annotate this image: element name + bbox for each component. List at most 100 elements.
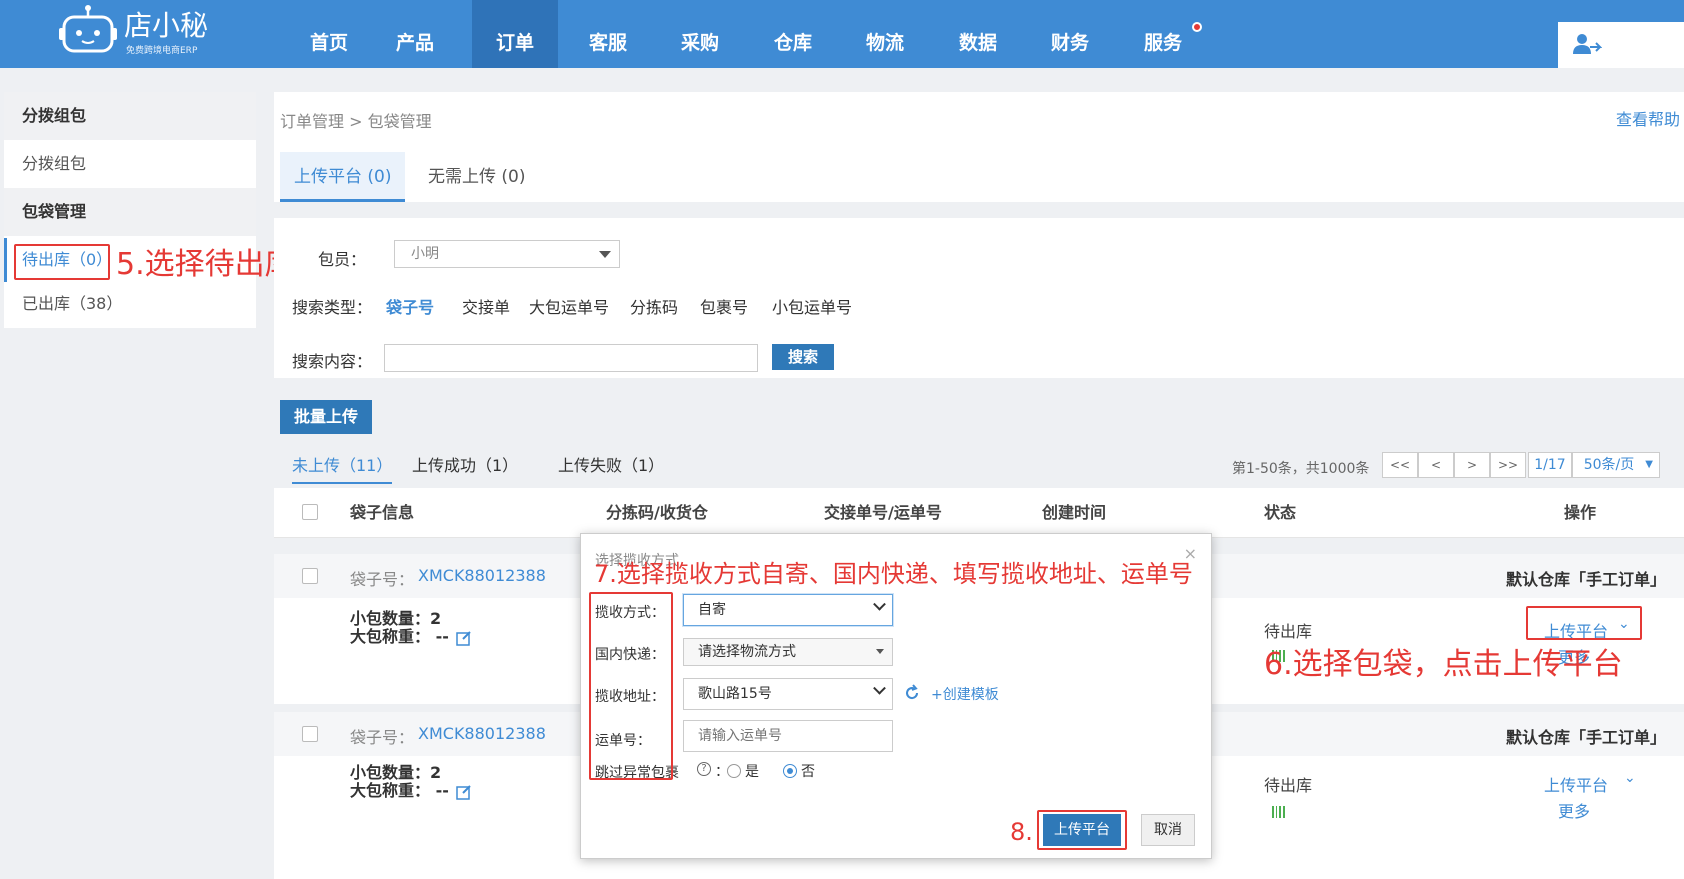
more-link[interactable]: 更多 [1558, 798, 1590, 822]
refresh-icon[interactable] [903, 684, 921, 702]
warehouse-label: 默认仓库「手工订单」 [1505, 570, 1666, 589]
nav-item-finance[interactable]: 财务 [1027, 0, 1113, 68]
table-header: 袋子信息 分拣码/收货仓 交接单号/运单号 创建时间 状态 操作 [274, 488, 1684, 538]
caret-down-icon [876, 649, 884, 654]
select-all-checkbox[interactable] [302, 504, 318, 520]
col-actions: 操作 [1564, 503, 1597, 522]
nav-item-purchase[interactable]: 采购 [657, 0, 743, 68]
domestic-express-value: 请选择物流方式 [698, 644, 796, 660]
upload-platform-link[interactable]: 上传平台 [1544, 772, 1608, 796]
page-size-select[interactable]: 50条/页 ▼ [1572, 452, 1660, 478]
nav-item-warehouse[interactable]: 仓库 [750, 0, 836, 68]
warehouse-label: 默认仓库「手工订单」 [1505, 728, 1666, 747]
sidebar-item-sorting[interactable]: 分拨组包 [4, 142, 256, 186]
highlight-dialog-labels [589, 592, 673, 780]
nav-item-products[interactable]: 产品 [372, 0, 458, 68]
packer-label: 包员： [318, 250, 367, 269]
notification-dot [1192, 22, 1202, 32]
search-type-label: 搜索类型： [292, 298, 373, 317]
big-weight: 大包称重： -- [350, 627, 449, 646]
nav-item-home[interactable]: 首页 [286, 0, 372, 68]
highlight-upload-platform [1526, 606, 1642, 640]
row-checkbox[interactable] [302, 568, 318, 584]
subtab-upload-success[interactable]: 上传成功（1） [412, 452, 518, 482]
left-sidebar: 分拨组包 分拨组包 包袋管理 待出库（0） 已出库（38） [4, 92, 256, 328]
sidebar-item-shipped[interactable]: 已出库（38） [4, 282, 256, 326]
pickup-address-select[interactable]: 歌山路15号 [683, 678, 893, 710]
pager-next[interactable]: > [1454, 452, 1490, 478]
search-button[interactable]: 搜索 [772, 344, 834, 370]
create-template-link[interactable]: +创建模板 [931, 684, 999, 704]
search-type-small-waybill[interactable]: 小包运单号 [772, 294, 852, 318]
chevron-down-icon [873, 597, 886, 611]
brand-name: 店小秘 [124, 9, 209, 42]
col-status: 状态 [1264, 503, 1297, 522]
pager-first[interactable]: << [1382, 452, 1418, 478]
row-checkbox[interactable] [302, 726, 318, 742]
pager-last[interactable]: >> [1490, 452, 1526, 478]
big-weight: 大包称重： -- [350, 781, 449, 800]
annotation-step5: 5.选择待出库 [116, 247, 295, 282]
edit-icon[interactable] [456, 630, 472, 646]
nav-item-logistics[interactable]: 物流 [842, 0, 928, 68]
help-icon[interactable]: ? [697, 762, 711, 776]
search-type-handover[interactable]: 交接单 [462, 294, 510, 318]
caret-down-icon [599, 251, 611, 258]
edit-icon[interactable] [456, 784, 472, 800]
chevron-down-icon[interactable]: ⌄ [1624, 770, 1636, 786]
nav-item-services[interactable]: 服务 [1120, 0, 1206, 68]
col-handover: 交接单号/运单号 [824, 503, 942, 522]
subtab-upload-failed[interactable]: 上传失败（1） [558, 452, 664, 482]
chevron-down-icon [873, 681, 886, 695]
packer-select[interactable]: 小明 [394, 240, 620, 268]
skip-no-label: 否 [801, 764, 815, 780]
col-bag-info: 袋子信息 [350, 503, 415, 522]
skip-yes-radio[interactable] [727, 764, 741, 778]
cancel-button[interactable]: 取消 [1141, 814, 1195, 846]
search-content-label: 搜索内容： [292, 352, 373, 371]
waybill-input[interactable] [683, 720, 893, 752]
search-type-bag-no[interactable]: 袋子号 [386, 294, 434, 318]
highlight-confirm-button [1037, 810, 1127, 850]
highlight-pending-outbound [14, 244, 110, 280]
status-text: 待出库 [1264, 622, 1313, 641]
status-text: 待出库 [1264, 776, 1313, 795]
sidebar-section-bags: 包袋管理 [4, 188, 256, 236]
batch-upload-button[interactable]: 批量上传 [280, 400, 372, 434]
help-link[interactable]: 查看帮助 [1616, 106, 1680, 130]
pager-prev[interactable]: < [1418, 452, 1454, 478]
subtab-not-uploaded[interactable]: 未上传（11） [292, 452, 393, 484]
brand-tagline: 免费跨境电商ERP [126, 46, 198, 56]
caret-down-icon: ▼ [1645, 459, 1653, 470]
col-created: 创建时间 [1042, 503, 1107, 522]
skip-no-radio[interactable] [783, 764, 797, 778]
tab-no-upload[interactable]: 无需上传 (0) [414, 152, 539, 202]
pager-summary: 第1-50条，共1000条 [1232, 461, 1370, 477]
page-size-value: 50条/页 [1583, 457, 1635, 473]
barcode-icon [1272, 804, 1286, 818]
annotation-step6: 6.选择包袋，点击上传平台 [1264, 647, 1623, 682]
robot-logo-icon[interactable] [58, 4, 118, 56]
domestic-express-select[interactable]: 请选择物流方式 [683, 638, 893, 666]
pickup-address-value: 歌山路15号 [698, 686, 772, 702]
pickup-method-select[interactable]: 自寄 [683, 594, 893, 626]
bag-no-label: 袋子号： [350, 728, 415, 747]
bag-no-label: 袋子号： [350, 570, 415, 589]
sidebar-section-sorting: 分拨组包 [4, 92, 256, 140]
pager-page-indicator: 1/17 [1528, 452, 1572, 478]
user-icon[interactable] [1572, 32, 1603, 56]
annotation-step8: 8. [1010, 818, 1033, 846]
bag-no-link[interactable]: XMCK88012388 [418, 724, 546, 743]
bag-no-link[interactable]: XMCK88012388 [418, 566, 546, 585]
nav-item-data[interactable]: 数据 [935, 0, 1021, 68]
search-type-big-waybill[interactable]: 大包运单号 [529, 294, 609, 318]
nav-item-orders[interactable]: 订单 [472, 0, 558, 68]
search-type-sort-code[interactable]: 分拣码 [630, 294, 678, 318]
tab-upload-platform[interactable]: 上传平台 (0) [280, 152, 406, 202]
nav-item-service[interactable]: 客服 [565, 0, 651, 68]
packer-value: 小明 [411, 246, 439, 262]
user-menu[interactable] [1558, 22, 1684, 68]
search-input[interactable] [384, 344, 758, 372]
top-navbar: 店小秘 免费跨境电商ERP 首页 产品 订单 客服 采购 仓库 物流 数据 财务… [0, 0, 1684, 68]
search-type-package[interactable]: 包裹号 [700, 294, 748, 318]
